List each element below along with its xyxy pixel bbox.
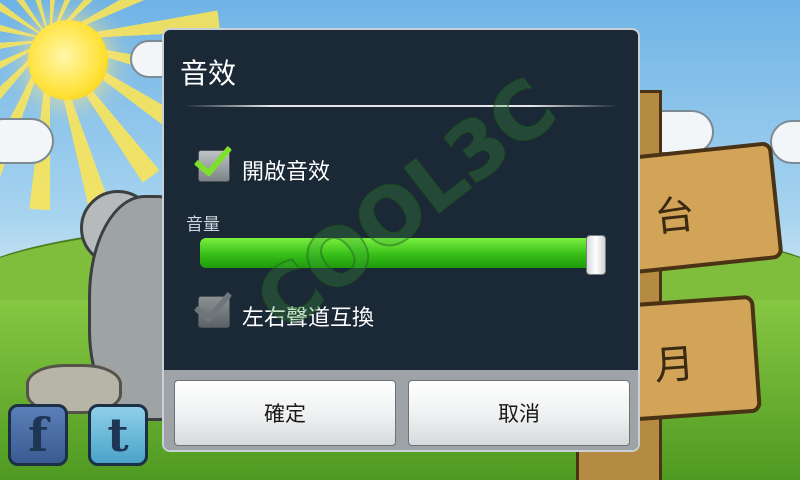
checkmark-icon xyxy=(193,136,233,178)
signboard-bottom-text: 月 xyxy=(652,340,696,390)
enable-sound-checkbox[interactable] xyxy=(193,136,233,182)
volume-slider-thumb[interactable] xyxy=(585,235,606,275)
dialog-title: 音效 xyxy=(180,57,237,90)
cancel-button[interactable]: 取消 xyxy=(408,380,630,446)
swap-channels-checkbox[interactable] xyxy=(193,282,233,328)
volume-slider[interactable] xyxy=(200,235,606,275)
twitter-glyph: t xyxy=(107,408,129,462)
facebook-glyph: f xyxy=(28,408,48,462)
volume-slider-fill xyxy=(200,238,598,268)
checkmark-icon xyxy=(193,282,233,324)
ok-button[interactable]: 確定 xyxy=(174,380,396,446)
volume-label: 音量 xyxy=(186,215,220,235)
twitter-icon[interactable]: t xyxy=(88,404,148,466)
dialog-button-bar: 確定 取消 xyxy=(164,370,638,450)
cloud xyxy=(770,120,800,164)
signboard-top-text: 台 xyxy=(652,191,698,242)
cloud xyxy=(0,118,54,164)
enable-sound-label[interactable]: 開啟音效 xyxy=(242,154,330,186)
facebook-icon[interactable]: f xyxy=(8,404,68,466)
title-divider xyxy=(184,105,618,107)
sun-icon xyxy=(28,20,108,100)
sound-dialog: 音效 開啟音效 音量 左右聲道互換 確定 取消 xyxy=(162,28,640,452)
swap-channels-label[interactable]: 左右聲道互換 xyxy=(242,300,374,332)
